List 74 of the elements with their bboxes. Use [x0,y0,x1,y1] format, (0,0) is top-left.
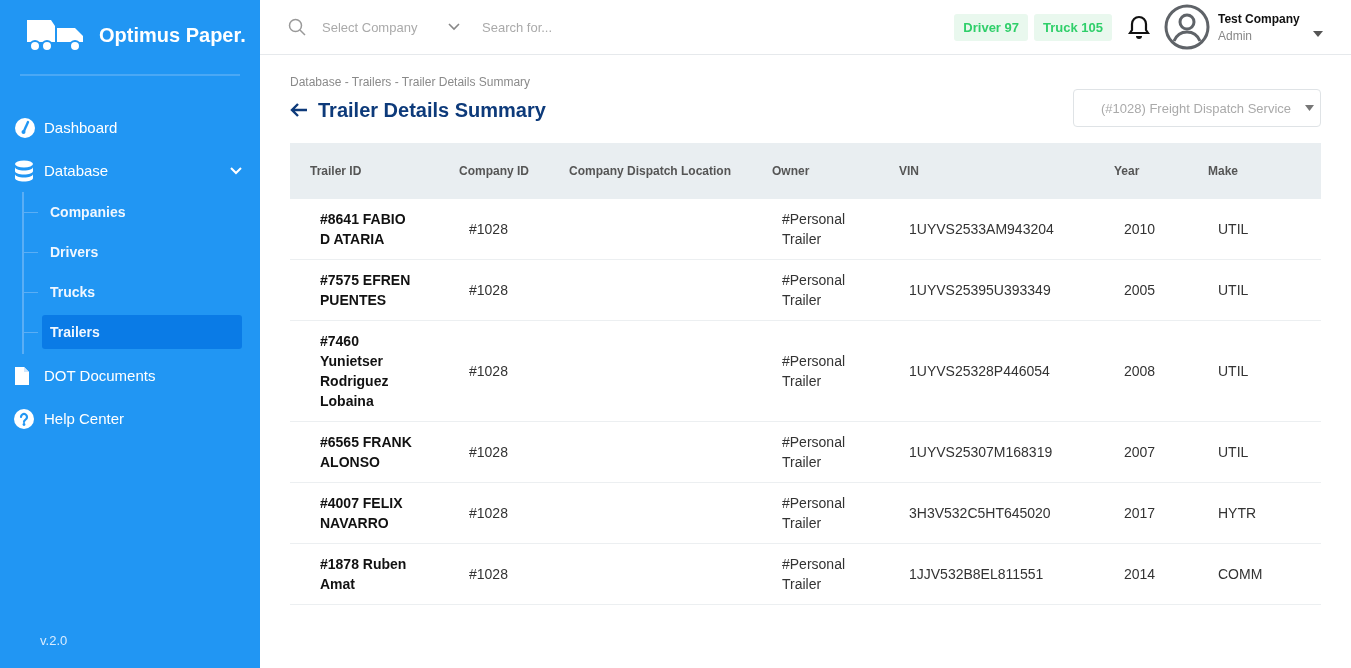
user-role: Admin [1218,28,1253,43]
user-name: Test Company [1218,11,1301,26]
help-icon [14,408,34,429]
table-cell: 2005 [1124,282,1156,298]
back-arrow-icon[interactable] [290,102,308,118]
caret-icon[interactable] [1313,31,1323,37]
table-cell: 1UYVS2533AM943204 [909,221,1054,237]
table-cell: 1UYVS25307M168319 [909,444,1053,460]
table-cell: #Personal Trailer [782,556,846,592]
table-cell: #7575 EFREN PUENTES [320,272,411,308]
table-cell: #Personal Trailer [782,272,846,308]
document-icon [14,365,30,386]
search-icon [288,18,306,36]
table-cell: #Personal Trailer [782,495,846,531]
table-cell: #Personal Trailer [782,434,846,470]
table-cell: UTIL [1218,282,1249,298]
table-cell: #8641 FABIO D ATARIA [320,211,406,247]
company-dropdown[interactable]: (#1028) Freight Dispatch Service [1073,89,1321,127]
table-cell: #1028 [469,505,508,521]
gauge-icon [14,116,36,139]
column-header: Owner [772,164,810,178]
count-badge: Driver 97 [954,13,1028,41]
table-cell: #1028 [469,444,508,460]
company-select[interactable]: Select Company [320,18,442,36]
caret-icon[interactable] [1305,105,1314,111]
search-field[interactable]: Search for... [480,18,634,36]
table-cell: UTIL [1218,444,1249,460]
table-cell: 2017 [1124,505,1156,521]
breadcrumb: Database - Trailers - Trailer Details Summary [290,75,532,89]
version-label: v.2.0 [40,633,69,648]
table-cell: #7460 Yunietser Rodriguez Lobaina [320,333,389,409]
table-cell: #Personal Trailer [782,353,846,389]
table-cell: 2010 [1124,221,1156,237]
table-cell: 2008 [1124,363,1156,379]
column-header: Company ID [459,164,529,178]
column-header: Company Dispatch Location [569,164,732,178]
table-cell: 1JJV532B8EL811551 [909,566,1044,582]
table-cell: 3H3V532C5HT645020 [909,505,1051,521]
table-cell: #4007 FELIX NAVARRO [320,495,403,531]
table-cell: UTIL [1218,221,1249,237]
column-header: VIN [899,164,919,178]
nav-item[interactable]: Drivers [46,235,242,269]
table-cell: 1UYVS25395U393349 [909,282,1051,298]
nav-item[interactable]: DOT Documents [0,354,260,397]
table-cell: UTIL [1218,363,1249,379]
page-title: Trailer Details Summary [318,98,546,122]
bell-icon[interactable] [1128,15,1150,39]
table-cell: #1028 [469,282,508,298]
database-icon [14,159,34,182]
table-cell: HYTR [1218,505,1257,521]
nav-item[interactable]: Trucks [46,275,242,309]
table-cell: 2014 [1124,566,1156,582]
table-cell: #1028 [469,363,508,379]
table-cell: #6565 FRANK ALONSO [320,434,412,470]
column-header: Trailer ID [310,164,362,178]
nav-item[interactable]: Companies [46,195,242,229]
table-cell: 1UYVS25328P446054 [909,363,1050,379]
nav-item[interactable]: Help Center [0,397,260,440]
column-header: Make [1208,164,1239,178]
table-cell: #1028 [469,566,508,582]
chevron-down-icon [448,23,460,31]
chevron-icon [230,166,242,175]
brand-name: Optimus Paper. [99,23,246,47]
nav-item[interactable]: Trailers [42,315,242,349]
count-badge: Truck 105 [1034,13,1112,41]
nav-item[interactable]: Database [0,149,260,192]
avatar-icon[interactable] [1164,4,1210,50]
nav-item[interactable]: Dashboard [0,106,260,149]
table-cell: COMM [1218,566,1263,582]
table-cell: #1028 [469,221,508,237]
table-cell: #1878 Ruben Amat [320,556,407,592]
table-cell: #Personal Trailer [782,211,846,247]
table-cell: 2007 [1124,444,1156,460]
column-header: Year [1114,164,1140,178]
